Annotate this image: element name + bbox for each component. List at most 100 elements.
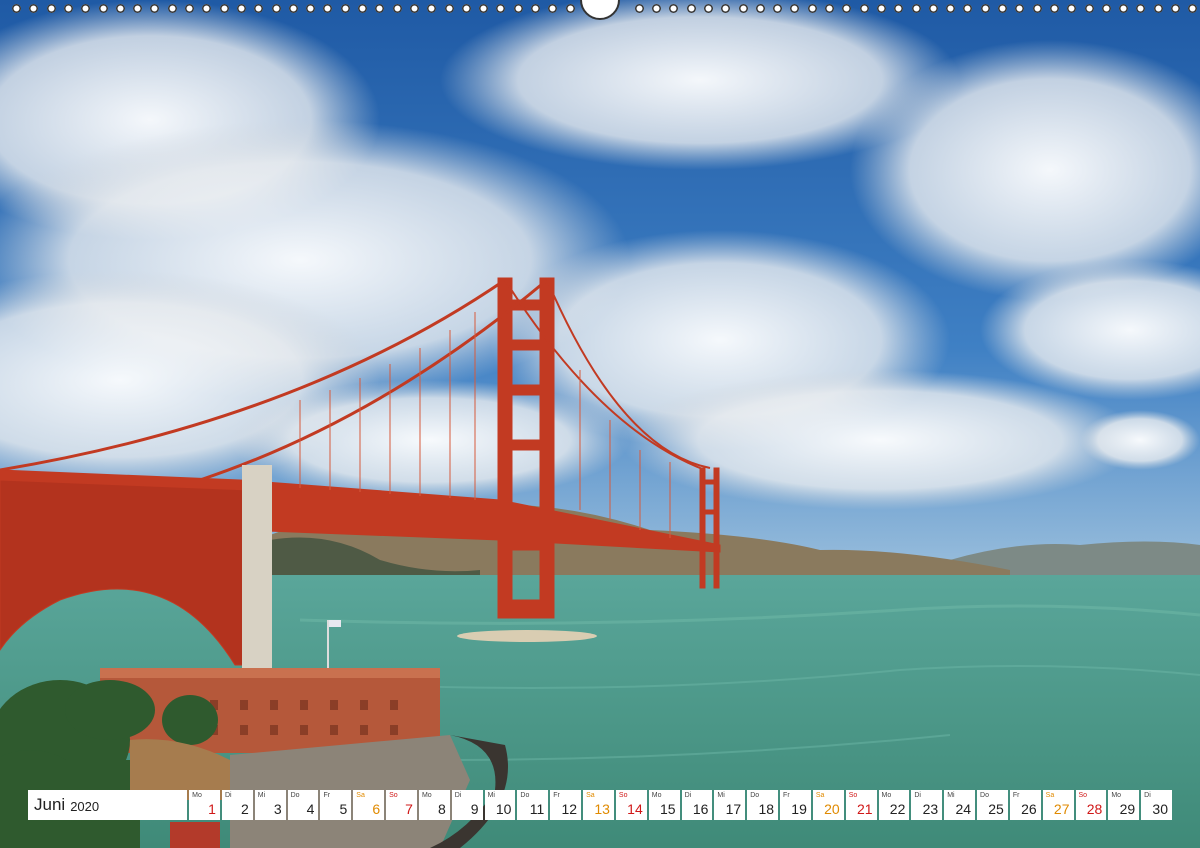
- day-cell: Sa 27: [1042, 790, 1074, 820]
- day-number: 17: [725, 801, 742, 817]
- binding-hole: [445, 4, 454, 13]
- day-of-week: Mi: [947, 792, 955, 799]
- binding-hole: [168, 4, 177, 13]
- day-of-week: Mo: [651, 792, 662, 799]
- binding-hole: [687, 4, 696, 13]
- binding-hole: [289, 4, 298, 13]
- binding-hole: [1050, 4, 1059, 13]
- binding-hole: [808, 4, 817, 13]
- day-number: 6: [372, 801, 381, 817]
- day-number: 11: [529, 801, 545, 817]
- binding-hole: [566, 4, 575, 13]
- day-number: 22: [889, 801, 906, 817]
- day-cell: Mo 29: [1108, 790, 1140, 820]
- day-number: 18: [758, 801, 775, 817]
- binding-hole: [64, 4, 73, 13]
- day-cell: Di 23: [911, 790, 943, 820]
- binding-hole: [479, 4, 488, 13]
- concrete-pylon: [242, 465, 272, 670]
- day-number: 10: [495, 801, 512, 817]
- binding-hole: [427, 4, 436, 13]
- day-of-week: Fr: [553, 792, 560, 799]
- day-of-week: Di: [224, 792, 232, 799]
- day-number: 15: [659, 801, 676, 817]
- day-cell: Mo 1: [189, 790, 220, 820]
- day-number: 1: [208, 801, 216, 817]
- binding-hole: [254, 4, 263, 13]
- binding-hole: [12, 4, 21, 13]
- binding-hole: [116, 4, 125, 13]
- day-of-week: Fr: [323, 792, 331, 799]
- day-cell: Di 9: [451, 790, 483, 820]
- day-number: 24: [955, 801, 972, 817]
- binding-hole: [306, 4, 315, 13]
- day-of-week: Mi: [257, 792, 266, 799]
- day-number: 20: [824, 801, 840, 817]
- day-cell: So 28: [1075, 790, 1107, 820]
- month-label-box: Juni 2020: [28, 790, 188, 820]
- day-cell: Do 4: [287, 790, 319, 820]
- day-cell: So 7: [386, 790, 417, 820]
- day-of-week: Do: [520, 792, 530, 799]
- calendar-strip: Juni 2020 Mo 1 Di 2 Mi 3 Do 4 Fr 5 Sa 6 So 7 Mo 8 Di 9 Mi 1…: [28, 790, 1172, 820]
- binding-hole: [237, 4, 246, 13]
- day-number: 19: [791, 801, 807, 817]
- binding-hole: [635, 4, 644, 13]
- binding-hole: [99, 4, 108, 13]
- binding-hole: [1188, 4, 1197, 13]
- day-cell: Sa 13: [583, 790, 614, 820]
- day-number: 29: [1119, 801, 1136, 817]
- binding-hole: [1102, 4, 1111, 13]
- binding-hole: [1154, 4, 1163, 13]
- day-number: 14: [627, 801, 643, 817]
- binding-hole: [272, 4, 281, 13]
- binding-hole: [496, 4, 505, 13]
- day-cell: Fr 26: [1009, 790, 1041, 820]
- binding-hole: [669, 4, 678, 13]
- binding-hole: [341, 4, 350, 13]
- binding-hole: [323, 4, 332, 13]
- binding-hole: [29, 4, 38, 13]
- day-number: 25: [988, 801, 1004, 817]
- day-of-week: Sa: [1045, 792, 1055, 799]
- binding-hole: [946, 4, 955, 13]
- binding-hole: [652, 4, 661, 13]
- day-number: 2: [241, 801, 249, 817]
- month-year: 2020: [70, 798, 100, 814]
- binding-hole: [981, 4, 990, 13]
- binding-hole: [81, 4, 90, 13]
- binding-hole: [739, 4, 748, 13]
- day-cell: Do 18: [747, 790, 779, 820]
- day-number: 23: [922, 801, 939, 817]
- day-number: 4: [306, 801, 315, 817]
- month-name: Juni: [34, 795, 66, 814]
- day-number: 13: [594, 801, 610, 817]
- day-cell: Mo 22: [878, 790, 910, 820]
- binding-hole: [1033, 4, 1042, 13]
- day-of-week: Mo: [421, 792, 432, 799]
- day-of-week: Di: [1144, 792, 1151, 799]
- binding-hole: [773, 4, 782, 13]
- day-number: 16: [692, 801, 709, 817]
- day-of-week: Fr: [1012, 792, 1020, 799]
- binding-hole: [1085, 4, 1094, 13]
- day-of-week: Fr: [783, 792, 790, 799]
- binding-hole: [393, 4, 402, 13]
- day-of-week: Mo: [192, 792, 202, 799]
- day-of-week: Di: [684, 792, 692, 799]
- binding-hole: [756, 4, 765, 13]
- day-of-week: Mo: [1111, 792, 1122, 799]
- day-number: 21: [856, 801, 873, 817]
- day-of-week: Sa: [815, 792, 825, 799]
- binding-hole: [842, 4, 851, 13]
- binding-hole: [894, 4, 903, 13]
- day-cell: So 14: [615, 790, 647, 820]
- day-cell: Mi 3: [254, 790, 286, 820]
- day-cell: Mi 10: [484, 790, 516, 820]
- day-of-week: Mi: [487, 792, 495, 799]
- day-of-week: Sa: [586, 792, 595, 799]
- day-of-week: Mi: [717, 792, 725, 799]
- binding-hole: [462, 4, 471, 13]
- day-cell: So 21: [845, 790, 877, 820]
- day-of-week: Sa: [356, 792, 365, 799]
